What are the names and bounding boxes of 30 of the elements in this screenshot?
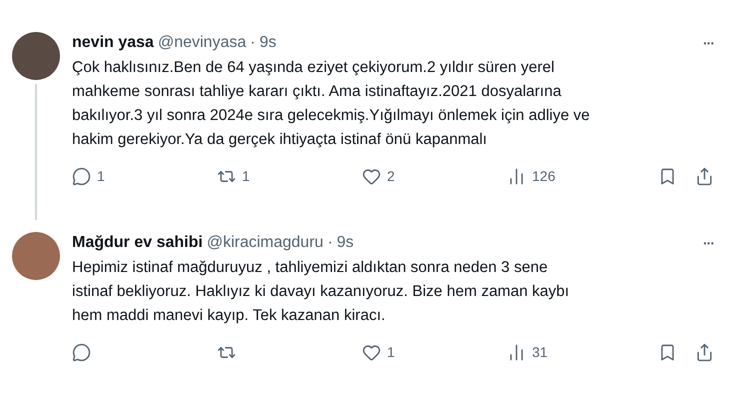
post-text: Çok haklısınız.Ben de 64 yaşında eziyet çekiyorum.2 yıldır süren yerel mahkeme sonrası tahliye kararı çıktı. Ama istinaftayız.2021 dosyalarına bakılıyor.3 yıl sonra 2024e sıra gelecekmiş.Yığılmayı önlemek için adliye ve hakim gerekiyor.Ya da gerçek ihtiyaçta istinaf önü kapanmalı: [72, 58, 591, 150]
user-handle[interactable]: @kiracimagduru: [206, 232, 324, 254]
share-icon[interactable]: [695, 167, 714, 186]
user-name[interactable]: nevin yasa: [72, 32, 154, 54]
heart-icon: [362, 167, 381, 186]
post-text: Hepimiz istinaf mağduruyuz , tahliyemizi aldıktan sonra neden 3 sene istinaf bekliyoruz. Haklıyız ki davayı kazanıyoruz. Bize hem zaman kaybı hem maddi manevi kayıp. Tek kazanan kiracı.: [72, 258, 570, 326]
share-icon[interactable]: [695, 343, 714, 362]
bookmark-icon[interactable]: [658, 167, 677, 186]
like-button[interactable]: 1: [362, 342, 507, 363]
bar-chart-icon: [507, 343, 526, 362]
views-button[interactable]: 31: [507, 342, 652, 363]
user-handle[interactable]: @nevinyasa: [158, 32, 246, 54]
speech-bubble-icon: [72, 343, 91, 362]
heart-icon: [362, 343, 381, 362]
avatar-photo-placeholder[interactable]: [12, 232, 60, 280]
more-options-button[interactable]: ···: [703, 232, 714, 254]
post-time[interactable]: 9s: [259, 32, 276, 54]
reply-button[interactable]: 1: [72, 166, 217, 187]
views-button[interactable]: 126: [507, 166, 652, 187]
separator-dot: ·: [250, 33, 256, 53]
separator-dot: ·: [327, 233, 333, 253]
speech-bubble-icon: [72, 167, 91, 186]
bookmark-icon[interactable]: [658, 343, 677, 362]
like-button[interactable]: 2: [362, 166, 507, 187]
more-options-button[interactable]: ···: [703, 32, 714, 54]
repost-button[interactable]: 1: [217, 166, 362, 187]
user-name[interactable]: Mağdur ev sahibi: [72, 232, 203, 254]
bar-chart-icon: [507, 167, 526, 186]
post-time[interactable]: 9s: [336, 232, 354, 254]
avatar-photo-placeholder[interactable]: [12, 32, 60, 80]
